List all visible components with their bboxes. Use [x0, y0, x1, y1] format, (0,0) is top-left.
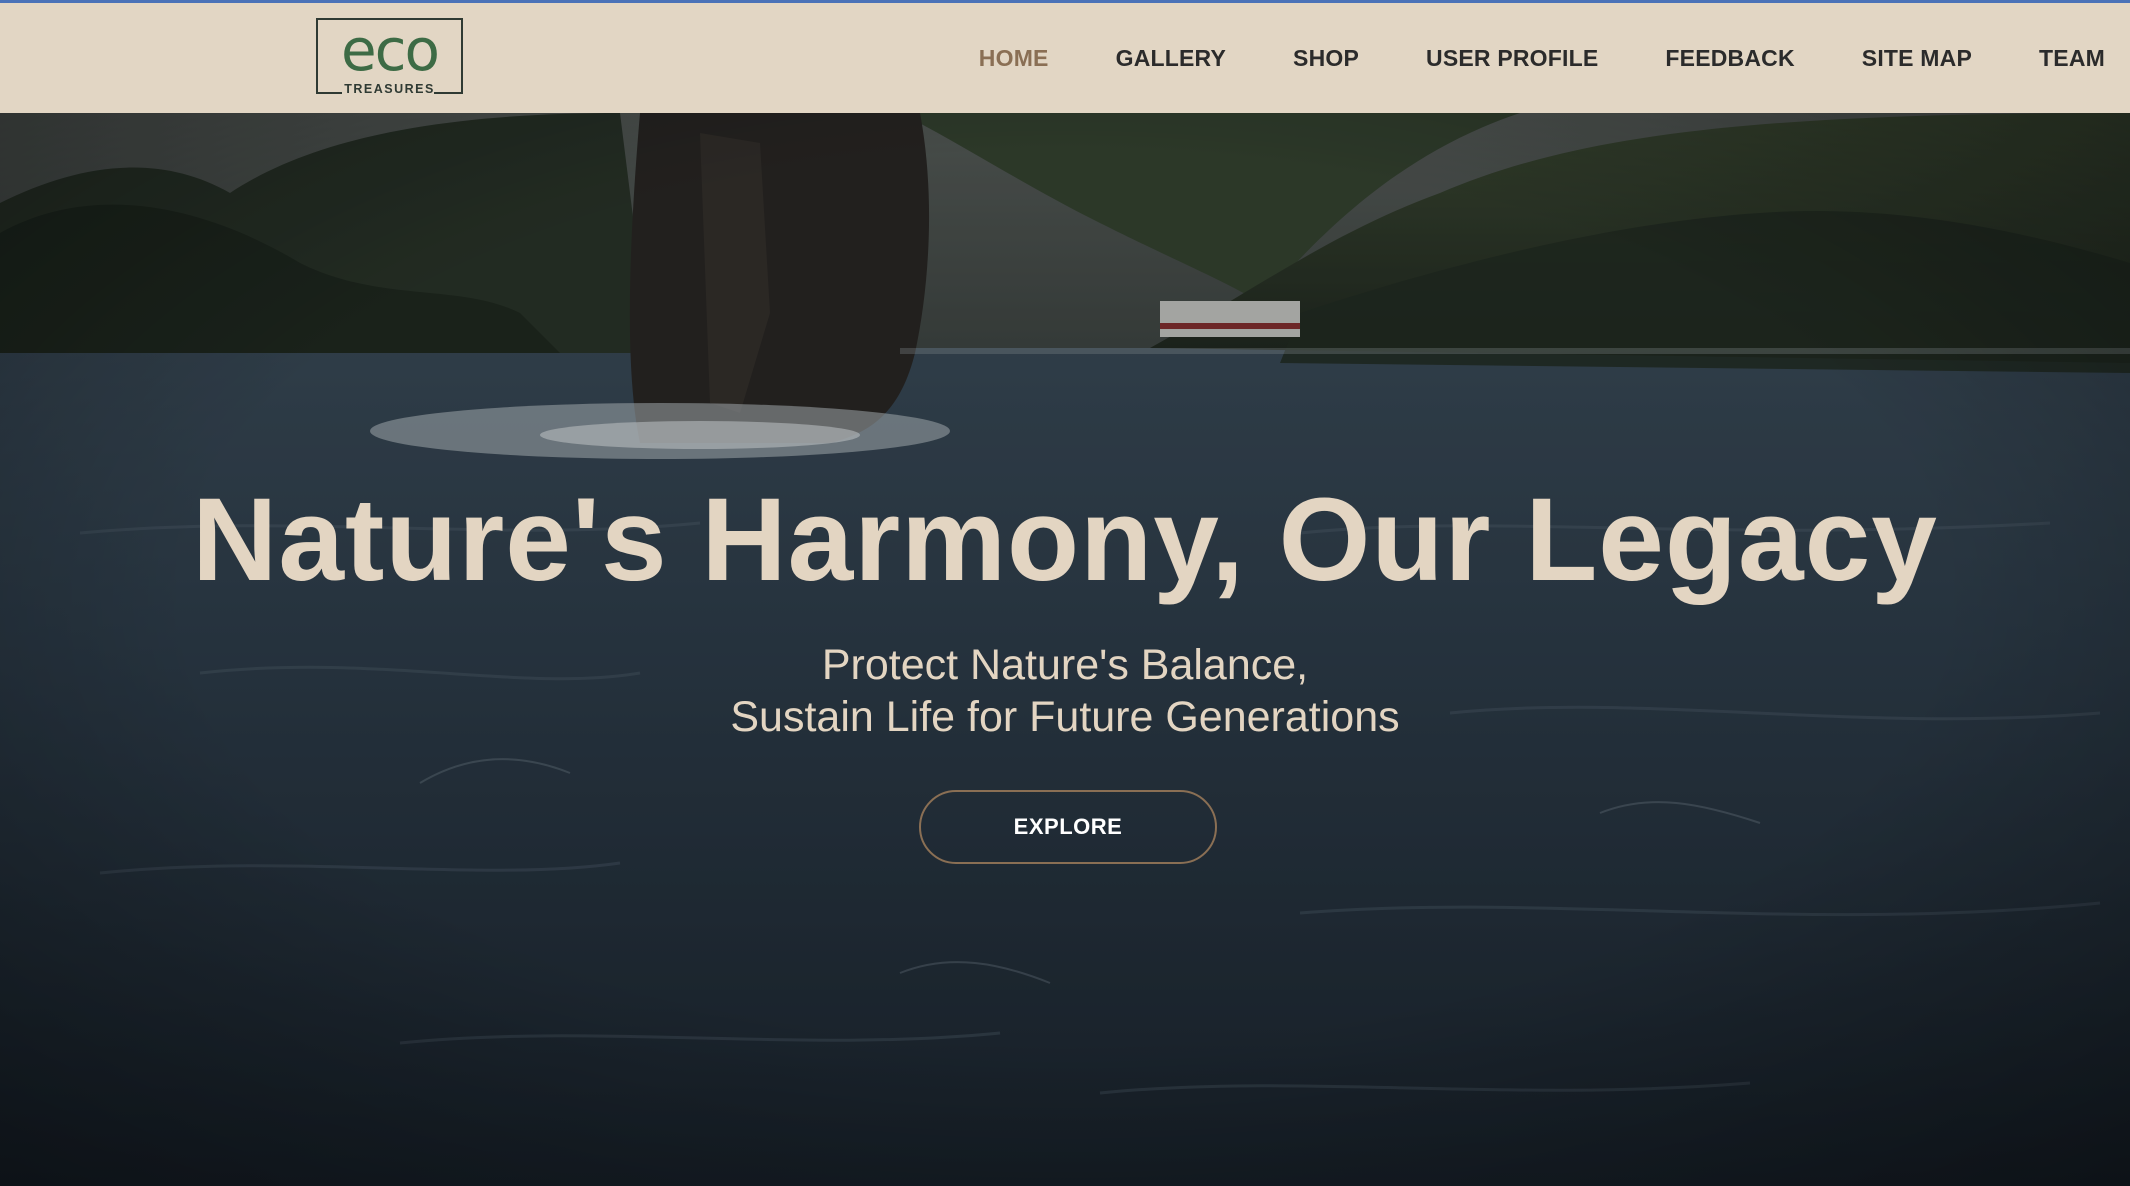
hero-tagline: Protect Nature's Balance, Sustain Life f… [0, 639, 2130, 743]
explore-button[interactable]: EXPLORE [919, 790, 1217, 864]
nav-user-profile[interactable]: USER PROFILE [1426, 45, 1598, 72]
hero-section: Nature's Harmony, Our Legacy Protect Nat… [0, 113, 2130, 1186]
nav-site-map[interactable]: SITE MAP [1862, 45, 1972, 72]
logo[interactable]: eco TREASURES [316, 16, 463, 96]
nav-gallery[interactable]: GALLERY [1116, 45, 1226, 72]
navbar: eco TREASURES HOME GALLERY SHOP USER PRO… [0, 3, 2130, 113]
main-nav: HOME GALLERY SHOP USER PROFILE FEEDBACK … [979, 3, 2105, 113]
nav-feedback[interactable]: FEEDBACK [1665, 45, 1794, 72]
nav-home[interactable]: HOME [979, 45, 1049, 72]
logo-wordmark: eco [340, 16, 440, 84]
hero-headline: Nature's Harmony, Our Legacy [192, 474, 1938, 606]
nav-team[interactable]: TEAM [2039, 45, 2105, 72]
hero-tagline-line-1: Protect Nature's Balance, [821, 641, 1309, 689]
nav-shop[interactable]: SHOP [1293, 45, 1359, 72]
logo-subtitle: TREASURES [344, 82, 435, 96]
hero-tagline-line-2: Sustain Life for Future Generations [730, 693, 1400, 741]
